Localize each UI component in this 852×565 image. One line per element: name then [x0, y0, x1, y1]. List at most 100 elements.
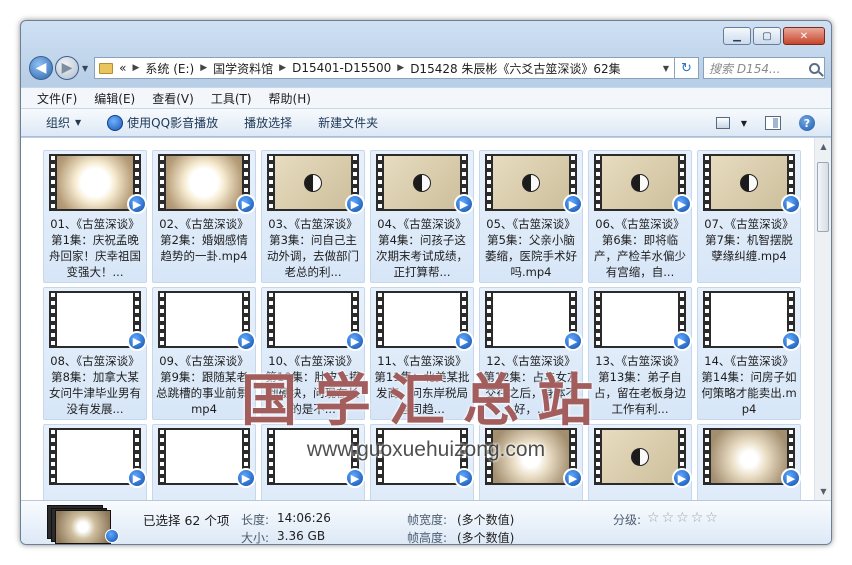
file-name: 05、《古筮深谈》第5集：父亲小脑萎缩，医院手术好吗.mp4: [485, 217, 577, 279]
taiji-icon: [304, 173, 322, 192]
play-with-qq-label: 使用QQ影音播放: [127, 116, 219, 130]
play-with-qq-button[interactable]: 使用QQ影音播放: [107, 114, 218, 131]
preview-pane-icon[interactable]: [765, 116, 781, 130]
file-tile[interactable]: ▶ 06、《古筮深谈》第6集：即将临产，产检羊水偏少有宫缩，自...: [588, 150, 692, 283]
file-name: 01、《古筮深谈》第1集：庆祝孟晚舟回家！庆幸祖国变强大！...: [49, 217, 141, 279]
file-tile[interactable]: ▶ 01、《古筮深谈》第1集：庆祝孟晚舟回家！庆幸祖国变强大！...: [43, 150, 147, 283]
star-icon[interactable]: ☆: [676, 511, 689, 525]
qq-player-icon: ▶: [563, 194, 583, 214]
chevron-right-icon[interactable]: ▶: [279, 63, 286, 73]
maximize-button[interactable]: ▢: [753, 27, 781, 45]
qq-player-icon: ▶: [345, 468, 365, 488]
video-frame: [166, 156, 242, 209]
refresh-button[interactable]: ↻: [675, 57, 699, 79]
video-frame: [57, 293, 133, 346]
star-icon[interactable]: ☆: [662, 511, 675, 525]
file-list-pane: ▶ 01、《古筮深谈》第1集：庆祝孟晚舟回家！庆幸祖国变强大！... ▶ 02、《古筮…: [21, 138, 831, 500]
forward-button[interactable]: ▶: [55, 56, 79, 80]
stack-layer: [55, 510, 111, 544]
file-name: 02、《古筮深谈》第2集：婚姻感情趋势的一卦.mp4: [159, 217, 249, 263]
folder-icon: [99, 62, 114, 74]
qq-player-icon: ▶: [127, 468, 147, 488]
menu-bar: 文件(F) 编辑(E) 查看(V) 工具(T) 帮助(H): [21, 87, 831, 108]
qq-player-icon: ▶: [127, 331, 147, 351]
history-dropdown-icon[interactable]: ▼: [82, 64, 88, 73]
frame-width-value: (多个数值): [457, 513, 515, 527]
taiji-icon: [631, 173, 649, 192]
qq-player-icon: ▶: [345, 194, 365, 214]
address-dropdown-icon[interactable]: ▼: [658, 64, 674, 73]
chevron-right-icon[interactable]: ▶: [200, 63, 207, 73]
details-pane: 已选择 62 个项 长度: 14:06:26 大小: 3.36 GB 帧宽度: …: [21, 500, 831, 545]
window-controls: ▁ ▢ ✕: [723, 27, 825, 45]
qq-player-icon: ▶: [454, 331, 474, 351]
breadcrumb-range[interactable]: D15401-D15500: [292, 61, 391, 75]
file-tile[interactable]: ▶ 05、《古筮深谈》第5集：父亲小脑萎缩，医院手术好吗.mp4: [479, 150, 583, 283]
back-button[interactable]: ◀: [29, 56, 53, 80]
video-frame: [384, 293, 460, 346]
change-view-button[interactable]: ▼: [715, 117, 747, 129]
scroll-down-icon[interactable]: ▼: [815, 483, 831, 500]
file-tile[interactable]: ▶ 03、《古筮深谈》第3集：问自己主动外调，去做部门老总的利...: [261, 150, 365, 283]
qq-player-icon: ▶: [236, 468, 256, 488]
organize-button[interactable]: 组织 ▼: [46, 114, 81, 131]
frame-height-value: (多个数值): [457, 531, 515, 545]
chevron-right-icon[interactable]: ▶: [133, 63, 140, 73]
rating-stars[interactable]: ☆ ☆ ☆ ☆ ☆: [647, 511, 718, 525]
menu-view[interactable]: 查看(V): [152, 90, 194, 107]
qq-player-icon: [105, 529, 119, 543]
breadcrumb-drive[interactable]: 系统 (E:): [145, 60, 194, 77]
video-frame: [711, 156, 787, 209]
file-tile[interactable]: ▶ 04、《古筮深谈》第4集：问孩子这次期末考试成绩，正打算帮...: [370, 150, 474, 283]
scroll-up-icon[interactable]: ▲: [815, 138, 831, 155]
breadcrumb-library[interactable]: 国学资料馆: [213, 60, 273, 77]
qq-player-icon: ▶: [672, 468, 692, 488]
size-label: 大小:: [241, 531, 270, 545]
qq-player-icon: ▶: [454, 194, 474, 214]
star-icon[interactable]: ☆: [705, 511, 718, 525]
qq-player-icon: ▶: [236, 331, 256, 351]
qq-player-icon: ▶: [454, 468, 474, 488]
qq-player-icon: ▶: [563, 331, 583, 351]
close-button[interactable]: ✕: [783, 27, 825, 45]
star-icon[interactable]: ☆: [691, 511, 704, 525]
qq-player-icon: ▶: [236, 194, 256, 214]
breadcrumb-current-folder[interactable]: D15428 朱辰彬《六爻古筮深谈》62集: [410, 60, 621, 77]
new-folder-button[interactable]: 新建文件夹: [318, 114, 378, 131]
chevron-down-icon: ▼: [75, 118, 82, 127]
taiji-icon: [522, 173, 540, 192]
length-value: 14:06:26: [277, 511, 331, 525]
frame-width-label: 帧宽度:: [407, 513, 448, 527]
search-input[interactable]: 搜索 D154...: [703, 57, 825, 79]
video-frame: [711, 293, 787, 346]
menu-help[interactable]: 帮助(H): [269, 90, 311, 107]
length-label: 长度:: [241, 513, 270, 527]
file-name: 06、《古筮深谈》第6集：即将临产，产检羊水偏少有宫缩，自...: [594, 217, 686, 279]
minimize-button[interactable]: ▁: [723, 27, 751, 45]
search-icon[interactable]: [809, 62, 820, 74]
frame-height-label: 帧高度:: [407, 531, 448, 545]
chevron-right-icon[interactable]: ▶: [397, 63, 404, 73]
menu-file[interactable]: 文件(F): [37, 90, 77, 107]
vertical-scrollbar[interactable]: ▲ ▼: [814, 138, 831, 500]
help-icon[interactable]: ?: [799, 115, 815, 131]
address-bar[interactable]: « ▶ 系统 (E:) ▶ 国学资料馆 ▶ D15401-D15500 ▶ D1…: [94, 57, 675, 79]
breadcrumb-overflow[interactable]: «: [119, 61, 126, 75]
file-tile[interactable]: ▶ 07、《古筮深谈》第7集：机智摆脱孽缘纠缠.mp4: [697, 150, 801, 283]
star-icon[interactable]: ☆: [647, 511, 660, 525]
view-icon: [715, 117, 730, 129]
play-selected-button[interactable]: 播放选择: [244, 114, 292, 131]
watermark-url: www.guoxuehuizong.com: [306, 438, 546, 461]
scroll-thumb[interactable]: [817, 162, 829, 232]
taiji-icon: [413, 173, 431, 192]
size-value: 3.36 GB: [277, 529, 326, 543]
video-frame: [166, 293, 242, 346]
file-tile[interactable]: ▶ 02、《古筮深谈》第2集：婚姻感情趋势的一卦.mp4: [152, 150, 256, 283]
qq-player-icon: ▶: [781, 468, 801, 488]
menu-edit[interactable]: 编辑(E): [94, 90, 135, 107]
rating-label: 分级:: [613, 513, 642, 527]
file-name: 07、《古筮深谈》第7集：机智摆脱孽缘纠缠.mp4: [704, 217, 794, 263]
menu-tools[interactable]: 工具(T): [211, 90, 252, 107]
explorer-window: ▁ ▢ ✕ ◀ ▶ ▼ « ▶ 系统 (E:) ▶ 国学资料馆 ▶ D15401…: [20, 20, 832, 545]
taiji-icon: [740, 173, 758, 192]
